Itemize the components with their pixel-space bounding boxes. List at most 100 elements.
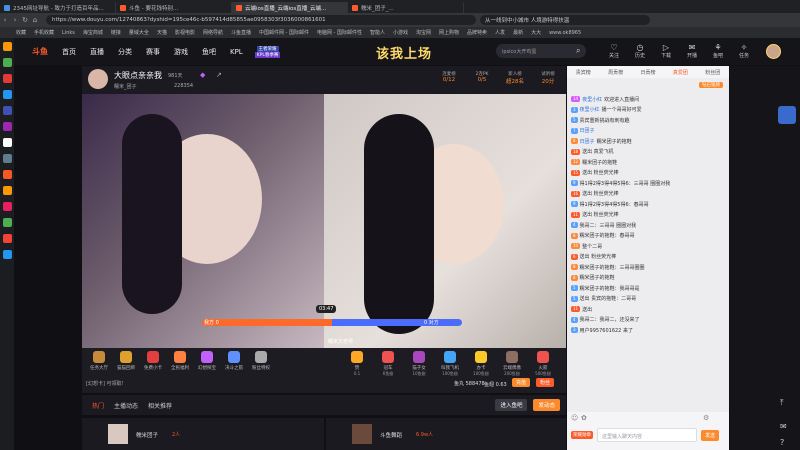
- browser-tab[interactable]: 斗鱼 - 要花钱特别...: [116, 2, 232, 13]
- nav-item[interactable]: 赛事: [146, 47, 160, 57]
- chat-username[interactable]: 日团子: [580, 127, 595, 134]
- chat-message[interactable]: 8 日团子 糯米团子的拖鞋: [567, 136, 729, 147]
- user-avatar[interactable]: [766, 44, 781, 59]
- gift-item[interactable]: 赞 0.1: [344, 351, 370, 376]
- settings-icon[interactable]: ⚙: [703, 414, 709, 422]
- sidebar-app-icon[interactable]: [2, 234, 12, 243]
- chat-message[interactable]: 9 得1得2得3得4得5得6：三哥哥 圈圈对我: [567, 178, 729, 189]
- sidebar-app-icon[interactable]: [2, 58, 12, 67]
- rank-tab[interactable]: 真爱团: [673, 69, 688, 76]
- promo-banner[interactable]: 该我上场: [376, 43, 432, 62]
- browser-search-input[interactable]: 从一线到中小城市 人境游特得扶温: [480, 15, 650, 25]
- bookmark-item[interactable]: www.ok8965: [549, 30, 581, 36]
- chat-message[interactable]: 4 我哥二：三哥哥 圈圈对我: [567, 220, 729, 231]
- send-button[interactable]: 发送: [701, 430, 720, 441]
- gift-item[interactable]: 幻想探宝: [194, 351, 220, 371]
- chat-message[interactable]: 14 夜里小红 欢迎进入直播间: [567, 94, 729, 105]
- fans-button[interactable]: 粉丝: [536, 378, 555, 387]
- bookmark-item[interactable]: 海宝商城: [83, 29, 103, 36]
- lower-tab[interactable]: 主播动态: [114, 401, 138, 410]
- bookmark-item[interactable]: 网上购物: [439, 29, 459, 36]
- chat-message[interactable]: 18 送出 真爱飞机: [567, 147, 729, 158]
- gift-item[interactable]: 云端偶像 200鱼翅: [499, 351, 525, 377]
- sidebar-app-icon[interactable]: [2, 42, 12, 51]
- chat-message[interactable]: 11 送出 粉丝荧光棒: [567, 210, 729, 221]
- kpl-badge[interactable]: 王者荣耀 KPL春季赛: [254, 45, 281, 58]
- home-icon[interactable]: ⌂: [30, 16, 40, 24]
- sidebar-app-icon[interactable]: [2, 170, 12, 179]
- nav-item[interactable]: 首页: [62, 47, 76, 57]
- rank-tab[interactable]: 日贡榜: [640, 69, 655, 76]
- gift-item[interactable]: 叫我飞机 100鱼翅: [437, 351, 463, 377]
- room-stat[interactable]: 新人榜 超28名: [500, 71, 530, 85]
- video-player[interactable]: 我方 0 0 对方 03:47 糯米文老师: [82, 94, 566, 348]
- lower-tab[interactable]: 热门: [92, 401, 104, 410]
- gift-item[interactable]: 决斗之箭: [221, 351, 247, 371]
- lower-action-button[interactable]: 进入鱼吧: [495, 399, 528, 411]
- browser-tab[interactable]: 2345网址导航 - 致力于打造百年品...: [0, 2, 116, 13]
- bookmark-item[interactable]: Links: [62, 30, 75, 36]
- gift-item[interactable]: 任务大厅: [86, 351, 112, 371]
- chat-input[interactable]: 这里输入聊天内容: [597, 428, 697, 442]
- chat-message[interactable]: 5 糯米团子的拖鞋：我哥哥是: [567, 283, 729, 294]
- back-icon[interactable]: ‹: [0, 16, 10, 24]
- gift-item[interactable]: 粉丝特权: [248, 351, 274, 371]
- plus-badge-icon[interactable]: [778, 106, 796, 124]
- top-badge[interactable]: 钻石铭牌: [699, 82, 723, 88]
- chat-username[interactable]: 夜里小红: [580, 106, 600, 113]
- nav-item[interactable]: KPL: [230, 48, 243, 56]
- emoji-icon[interactable]: ☺: [571, 414, 578, 422]
- rank-tab[interactable]: 贵宾榜: [576, 69, 591, 76]
- search-icon[interactable]: ⌕: [576, 46, 580, 56]
- chat-message[interactable]: 4 我哥二：我哥二，还没来了: [567, 315, 729, 326]
- chat-message[interactable]: 9 得1得2得3得4得5得6：春哥哥: [567, 199, 729, 210]
- chat-message[interactable]: 16 送出 粉丝荧光棒: [567, 189, 729, 200]
- chat-icon[interactable]: ✉: [780, 422, 787, 431]
- bookmark-item[interactable]: 淘宝网: [416, 29, 431, 36]
- bookmark-item[interactable]: 量域大全: [129, 29, 149, 36]
- broadcast-icon[interactable]: ✉ 开播: [685, 43, 699, 59]
- bookmark-item[interactable]: 手机收藏: [34, 29, 54, 36]
- gift-item[interactable]: 全民福利: [167, 351, 193, 371]
- bookmark-item[interactable]: 影视电影: [175, 29, 195, 36]
- nav-item[interactable]: 游戏: [174, 47, 188, 57]
- chat-message[interactable]: 15 送出 粉丝荧光棒: [567, 168, 729, 179]
- sidebar-app-icon[interactable]: [2, 90, 12, 99]
- gift-item[interactable]: 办卡 100鱼翅: [468, 351, 494, 377]
- recommend-card-2[interactable]: 斗鱼舞蹈 6.9w人: [326, 418, 566, 450]
- sidebar-app-icon[interactable]: [2, 218, 12, 227]
- chat-message[interactable]: 5 送出 贵宾的拖鞋：二哥哥: [567, 294, 729, 305]
- site-search-input[interactable]: ipsico大开鸡蛋: [496, 44, 586, 58]
- room-stat[interactable]: 2连PK 0/5: [467, 71, 497, 85]
- bookmark-item[interactable]: 斗鱼直播: [231, 29, 251, 36]
- chat-message[interactable]: 11 送出: [567, 304, 729, 315]
- chat-username[interactable]: 夜里小红: [582, 96, 602, 103]
- url-field[interactable]: https://www.douyu.com/12740863?dyshid=19…: [46, 15, 476, 25]
- chat-message-list[interactable]: 14 夜里小红 欢迎进入直播间 3 夜里小红 播一个哥哥好可爱 5 贵宾重新挑战有刺有趣 7 日团…: [567, 94, 729, 412]
- bookmark-item[interactable]: 人发: [495, 29, 505, 36]
- forward-icon[interactable]: ›: [10, 16, 20, 24]
- sidebar-app-icon[interactable]: [2, 250, 12, 259]
- browser-tab[interactable]: 云端ios直播_云端ios直播_云端...: [232, 2, 348, 13]
- honor-badge[interactable]: 荣耀勋章: [571, 431, 593, 439]
- chat-message[interactable]: 6 送出 粉丝荧光棒: [567, 252, 729, 263]
- task-icon[interactable]: ✧ 任务: [737, 43, 751, 59]
- bookmark-item[interactable]: 链接: [111, 29, 121, 36]
- browser-tab[interactable]: 糯米_团子_...: [348, 2, 464, 13]
- bookmark-item[interactable]: 最新: [513, 29, 523, 36]
- sidebar-app-icon[interactable]: [2, 202, 12, 211]
- history-icon[interactable]: ◷ 历史: [633, 43, 647, 59]
- card-notice[interactable]: [幻想卡] 可领取!: [86, 380, 124, 387]
- upload-icon[interactable]: ⤒: [780, 398, 784, 408]
- lower-action-button[interactable]: 发动态: [533, 399, 560, 411]
- nav-item[interactable]: 鱼吧: [202, 47, 216, 57]
- sidebar-app-icon[interactable]: [2, 74, 12, 83]
- opponent-name[interactable]: 糯米文老师: [328, 338, 353, 345]
- chat-message[interactable]: 8 糯米团子的拖鞋: [567, 273, 729, 284]
- share-icon[interactable]: ↗: [216, 71, 222, 79]
- download-icon[interactable]: ▷ 下载: [659, 43, 673, 59]
- lower-tab[interactable]: 相关推荐: [148, 401, 172, 410]
- bookmark-item[interactable]: 大大: [531, 29, 541, 36]
- chat-message[interactable]: 12 糯米团子的拖鞋: [567, 157, 729, 168]
- bookmark-item[interactable]: 电脑网 - 国际邮件性: [317, 29, 362, 36]
